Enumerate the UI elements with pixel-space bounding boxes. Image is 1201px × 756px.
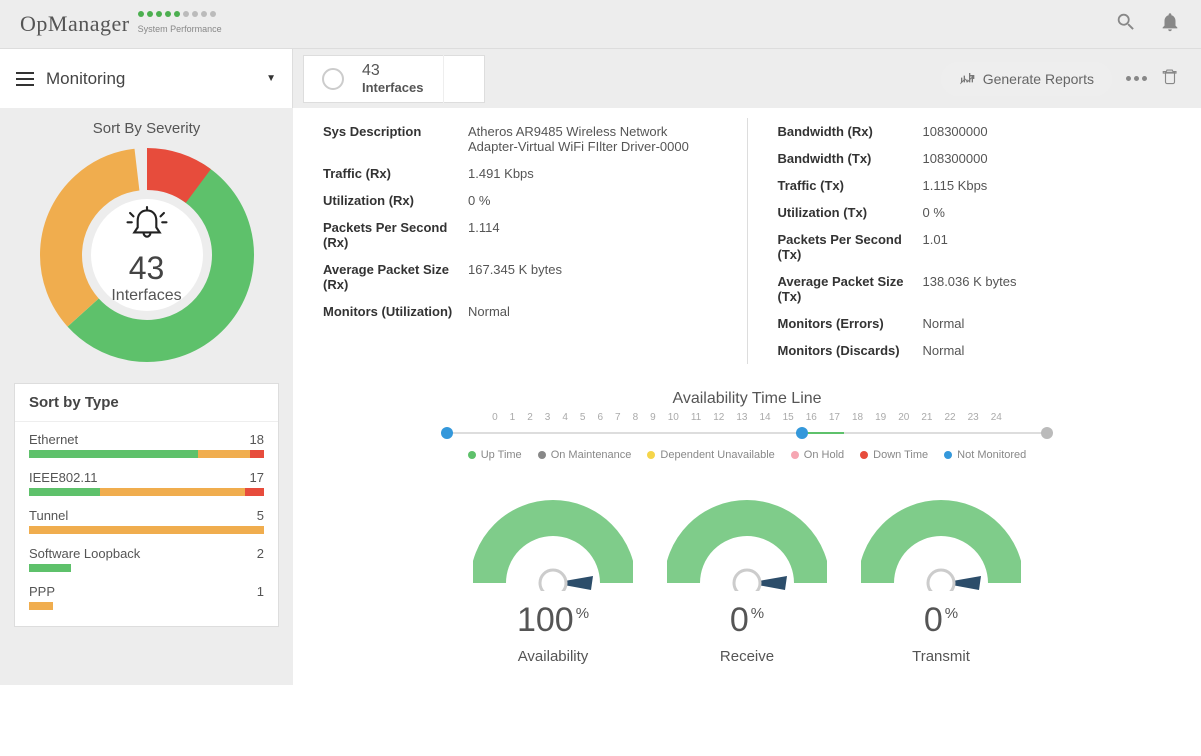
info-row: Sys DescriptionAtheros AR9485 Wireless N… <box>323 118 717 160</box>
type-row[interactable]: PPP1 <box>29 578 264 616</box>
severity-title: Sort By Severity <box>14 120 279 137</box>
info-row: Average Packet Size (Tx)138.036 K bytes <box>778 268 1172 310</box>
main-content: Sys DescriptionAtheros AR9485 Wireless N… <box>293 108 1201 685</box>
info-row: Traffic (Tx)1.115 Kbps <box>778 172 1172 199</box>
info-grid: Sys DescriptionAtheros AR9485 Wireless N… <box>323 118 1171 364</box>
generate-reports-button[interactable]: Generate Reports <box>941 62 1112 96</box>
gauge-availability: 100% Availability <box>473 491 633 665</box>
info-row: Bandwidth (Rx)108300000 <box>778 118 1172 145</box>
interface-count: 43 <box>362 62 423 80</box>
monitoring-dropdown[interactable]: Monitoring ▼ <box>0 49 293 108</box>
severity-donut-chart[interactable]: 43 Interfaces <box>37 145 257 365</box>
sort-by-type-panel: Sort by Type Ethernet18IEEE802.1117Tunne… <box>14 383 279 627</box>
availability-title: Availability Time Line <box>323 390 1171 408</box>
toolbar: Monitoring ▼ 43 Interfaces Generate Repo… <box>0 49 1201 108</box>
type-row[interactable]: IEEE802.1117 <box>29 464 264 502</box>
type-row[interactable]: Software Loopback2 <box>29 540 264 578</box>
legend-item: Not Monitored <box>944 449 1026 461</box>
chevron-down-icon: ▼ <box>266 73 276 84</box>
info-row: Packets Per Second (Rx)1.114 <box>323 214 717 256</box>
gauges-row: 100% Availability 0% Receive 0% Transmit <box>323 491 1171 665</box>
info-row: Traffic (Rx)1.491 Kbps <box>323 160 717 187</box>
interface-summary: 43 Interfaces <box>303 55 485 103</box>
menu-icon <box>16 72 34 86</box>
trash-icon[interactable] <box>1161 67 1179 90</box>
legend-item: Up Time <box>468 449 522 461</box>
brand-name: OpManager <box>20 11 130 37</box>
availability-timeline[interactable] <box>443 427 1051 439</box>
alarm-bell-icon <box>125 205 169 248</box>
status-indicator-icon <box>322 68 344 90</box>
more-icon[interactable] <box>1126 76 1147 81</box>
info-row: Monitors (Errors)Normal <box>778 310 1172 337</box>
gauge-receive: 0% Receive <box>667 491 827 665</box>
type-row[interactable]: Tunnel5 <box>29 502 264 540</box>
legend-item: Dependent Unavailable <box>647 449 774 461</box>
bell-icon[interactable] <box>1159 11 1181 38</box>
info-row: Utilization (Tx)0 % <box>778 199 1172 226</box>
info-row: Packets Per Second (Tx)1.01 <box>778 226 1172 268</box>
timeline-legend: Up Time On Maintenance Dependent Unavailab… <box>323 449 1171 461</box>
search-icon[interactable] <box>1115 11 1137 38</box>
info-row: Bandwidth (Tx)108300000 <box>778 145 1172 172</box>
gauge-transmit: 0% Transmit <box>861 491 1021 665</box>
topbar: OpManager System Performance <box>0 0 1201 49</box>
legend-item: Down Time <box>860 449 928 461</box>
sidebar: Sort By Severity 43 Interfaces Sort by T… <box>0 108 293 685</box>
legend-item: On Hold <box>791 449 844 461</box>
info-row: Monitors (Utilization)Normal <box>323 298 717 325</box>
legend-item: On Maintenance <box>538 449 632 461</box>
info-row: Utilization (Rx)0 % <box>323 187 717 214</box>
info-row: Average Packet Size (Rx)167.345 K bytes <box>323 256 717 298</box>
type-row[interactable]: Ethernet18 <box>29 426 264 464</box>
brand-subtitle: System Performance <box>138 11 222 37</box>
info-row: Monitors (Discards)Normal <box>778 337 1172 364</box>
timeline-ticks: 0123456789101112131415161718192021222324 <box>323 412 1171 423</box>
